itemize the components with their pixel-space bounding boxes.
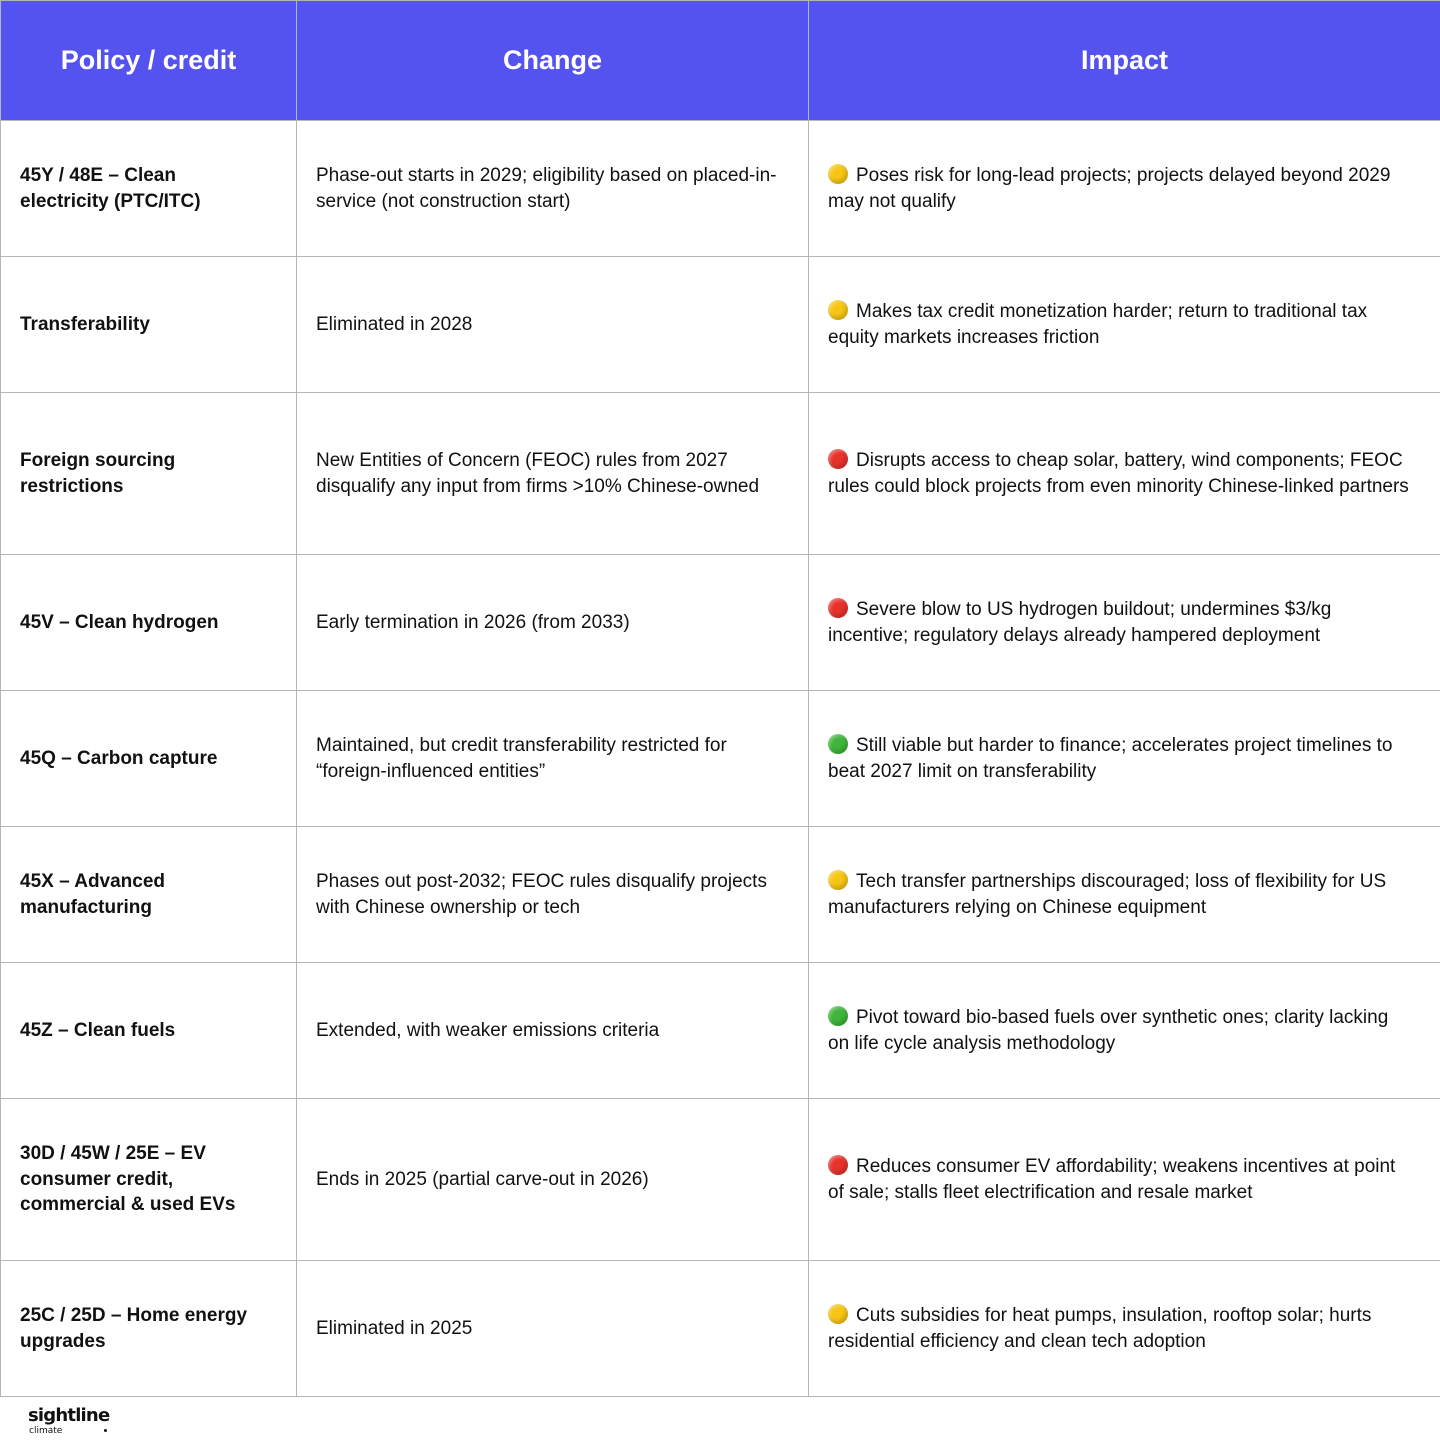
yellow-circle-icon: [828, 1304, 848, 1324]
policy-impact-table: Policy / credit Change Impact 45Y / 48E …: [0, 0, 1440, 1397]
impact-text: Still viable but harder to finance; acce…: [828, 735, 1393, 782]
policy-cell: 45X – Advanced manufacturing: [1, 827, 297, 963]
change-cell: Phase-out starts in 2029; eligibility ba…: [297, 121, 809, 257]
impact-cell: Tech transfer partnerships discouraged; …: [809, 827, 1440, 963]
change-cell: Early termination in 2026 (from 2033): [297, 555, 809, 691]
change-cell: New Entities of Concern (FEOC) rules fro…: [297, 393, 809, 555]
yellow-circle-icon: [828, 300, 848, 320]
change-cell: Eliminated in 2028: [297, 257, 809, 393]
impact-text: Cuts subsidies for heat pumps, insulatio…: [828, 1305, 1372, 1352]
impact-text: Severe blow to US hydrogen buildout; und…: [828, 599, 1332, 646]
red-circle-icon: [828, 598, 848, 618]
impact-text: Tech transfer partnerships discouraged; …: [828, 871, 1387, 918]
logo-wordmark: sightline: [28, 1405, 110, 1426]
policy-cell: 45V – Clean hydrogen: [1, 555, 297, 691]
policy-cell: 45Y / 48E – Clean electricity (PTC/ITC): [1, 121, 297, 257]
yellow-circle-icon: [828, 164, 848, 184]
impact-cell: Severe blow to US hydrogen buildout; und…: [809, 555, 1440, 691]
impact-cell: Cuts subsidies for heat pumps, insulatio…: [809, 1261, 1440, 1397]
change-cell: Eliminated in 2025: [297, 1261, 809, 1397]
impact-text: Disrupts access to cheap solar, battery,…: [828, 450, 1409, 497]
change-cell: Ends in 2025 (partial carve-out in 2026): [297, 1099, 809, 1261]
red-circle-icon: [828, 449, 848, 469]
yellow-circle-icon: [828, 870, 848, 890]
policy-cell: 45Q – Carbon capture: [1, 691, 297, 827]
impact-cell: Still viable but harder to finance; acce…: [809, 691, 1440, 827]
header-change: Change: [297, 1, 809, 121]
red-circle-icon: [828, 1155, 848, 1175]
impact-text: Poses risk for long-lead projects; proje…: [828, 165, 1391, 212]
policy-cell: 30D / 45W / 25E – EV consumer credit, co…: [1, 1099, 297, 1261]
green-circle-icon: [828, 734, 848, 754]
header-impact: Impact: [809, 1, 1440, 121]
impact-text: Reduces consumer EV affordability; weake…: [828, 1156, 1396, 1203]
change-cell: Phases out post-2032; FEOC rules disqual…: [297, 827, 809, 963]
policy-cell: 25C / 25D – Home energy upgrades: [1, 1261, 297, 1397]
policy-cell: 45Z – Clean fuels: [1, 963, 297, 1099]
logo-dot-icon: [104, 1429, 107, 1432]
header-policy: Policy / credit: [1, 1, 297, 121]
impact-cell: Makes tax credit monetization harder; re…: [809, 257, 1440, 393]
policy-cell: Foreign sourcing restrictions: [1, 393, 297, 555]
logo-tagline: climate: [29, 1426, 63, 1436]
impact-cell: Disrupts access to cheap solar, battery,…: [809, 393, 1440, 555]
impact-cell: Reduces consumer EV affordability; weake…: [809, 1099, 1440, 1261]
change-cell: Extended, with weaker emissions criteria: [297, 963, 809, 1099]
impact-cell: Poses risk for long-lead projects; proje…: [809, 121, 1440, 257]
impact-cell: Pivot toward bio-based fuels over synthe…: [809, 963, 1440, 1099]
impact-text: Makes tax credit monetization harder; re…: [828, 301, 1368, 348]
change-cell: Maintained, but credit transferability r…: [297, 691, 809, 827]
policy-cell: Transferability: [1, 257, 297, 393]
impact-text: Pivot toward bio-based fuels over synthe…: [828, 1007, 1389, 1054]
sightline-logo: sightline climate: [28, 1405, 138, 1439]
green-circle-icon: [828, 1006, 848, 1026]
